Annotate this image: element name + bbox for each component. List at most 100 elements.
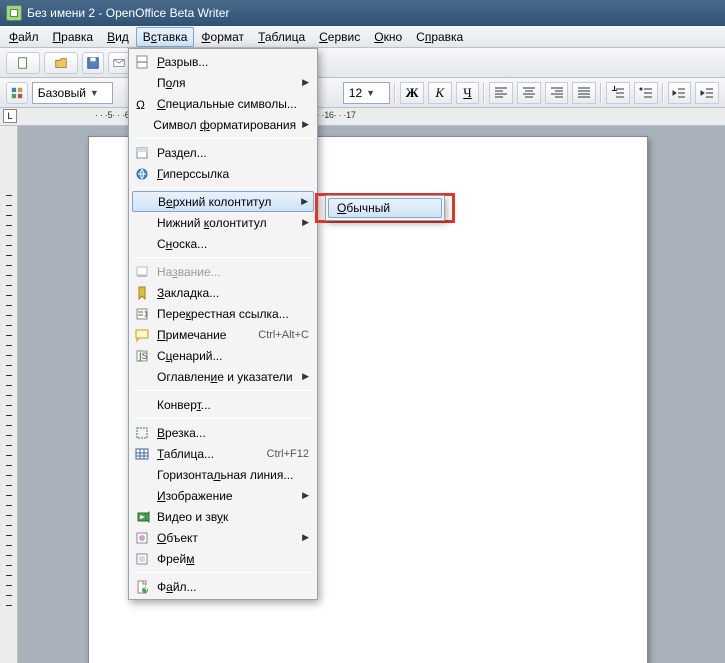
- menu-item-label: Оглавление и указатели: [157, 370, 296, 384]
- list-bullet-button[interactable]: [634, 82, 658, 104]
- menu-файл[interactable]: Файл: [2, 27, 46, 47]
- menu-item-label: Закладка...: [157, 286, 309, 300]
- menu-item[interactable]: Верхний колонтитул▶: [132, 191, 314, 212]
- menu-справка[interactable]: Справка: [409, 27, 470, 47]
- menu-item-label: Гиперссылка: [157, 167, 309, 181]
- hyperlink-icon: [133, 166, 151, 182]
- menu-item-label: Конверт...: [157, 398, 309, 412]
- menu-separator: [133, 390, 313, 391]
- menu-item[interactable]: Символ форматирования▶: [131, 114, 315, 135]
- underline-button[interactable]: Ч: [456, 82, 480, 104]
- menu-item-label: Врезка...: [157, 426, 309, 440]
- menu-item[interactable]: ПримечаниеCtrl+Alt+C: [131, 324, 315, 345]
- submenu-arrow-icon: ▶: [301, 196, 308, 207]
- window-title: Без имени 2 - OpenOffice Beta Writer: [27, 6, 229, 20]
- comment-icon: [133, 327, 151, 343]
- font-size-combo[interactable]: 12 ▼: [343, 82, 390, 104]
- menu-формат[interactable]: Формат: [194, 27, 251, 47]
- menu-item[interactable]: Поля ▶: [131, 72, 315, 93]
- blank-icon: [133, 215, 151, 231]
- menu-item-label: Примечание: [157, 328, 252, 342]
- separator: [600, 83, 602, 103]
- menu-item-label: Фрейм: [157, 552, 309, 566]
- new-button[interactable]: [6, 52, 40, 74]
- blank-icon: [133, 369, 151, 385]
- menu-item[interactable]: Таблица...Ctrl+F12: [131, 443, 315, 464]
- open-button[interactable]: [44, 52, 78, 74]
- menu-item[interactable]: Разрыв...: [131, 51, 315, 72]
- menu-item[interactable]: Горизонтальная линия...: [131, 464, 315, 485]
- tab-stop-marker[interactable]: L: [3, 109, 17, 123]
- menu-сервис[interactable]: Сервис: [312, 27, 367, 47]
- menu-separator: [133, 257, 313, 258]
- menu-item[interactable]: Объект▶: [131, 527, 315, 548]
- menu-item-label: Сноска...: [157, 237, 309, 251]
- menu-item[interactable]: Гиперссылка: [131, 163, 315, 184]
- menu-item[interactable]: Перекрестная ссылка...: [131, 303, 315, 324]
- submenu-item-default[interactable]: Обычный: [328, 198, 442, 218]
- menu-item[interactable]: Врезка...: [131, 422, 315, 443]
- break-icon: [133, 54, 151, 70]
- bold-button[interactable]: Ж: [400, 82, 424, 104]
- vertical-ruler[interactable]: [0, 126, 18, 663]
- styles-button[interactable]: [6, 82, 28, 104]
- increase-indent-button[interactable]: [695, 82, 719, 104]
- menu-окно[interactable]: Окно: [367, 27, 409, 47]
- menu-item[interactable]: Раздел...: [131, 142, 315, 163]
- menu-item[interactable]: Сноска...: [131, 233, 315, 254]
- menu-item-label: Объект: [157, 531, 296, 545]
- blank-icon: [133, 397, 151, 413]
- italic-button[interactable]: К: [428, 82, 452, 104]
- menu-item[interactable]: Видео и звук: [131, 506, 315, 527]
- script-icon: js: [133, 348, 151, 364]
- menu-таблица[interactable]: Таблица: [251, 27, 312, 47]
- font-size-value: 12: [349, 86, 362, 100]
- iframe-icon: [133, 551, 151, 567]
- menu-правка[interactable]: Правка: [46, 27, 101, 47]
- section-icon: [133, 145, 151, 161]
- menu-item-label: Перекрестная ссылка...: [157, 307, 309, 321]
- menu-вид[interactable]: Вид: [100, 27, 136, 47]
- menu-item[interactable]: ΩСпециальные символы...: [131, 93, 315, 114]
- align-center-button[interactable]: [517, 82, 541, 104]
- caption-icon: [133, 264, 151, 280]
- menu-item-label: Разрыв...: [157, 55, 309, 69]
- align-right-button[interactable]: [545, 82, 569, 104]
- file-icon: +: [133, 579, 151, 595]
- menu-item-label: Видео и звук: [157, 510, 309, 524]
- menu-item[interactable]: +Файл...: [131, 576, 315, 597]
- paragraph-style-combo[interactable]: Базовый ▼: [32, 82, 113, 104]
- menu-item[interactable]: js Сценарий...: [131, 345, 315, 366]
- menu-item[interactable]: Конверт...: [131, 394, 315, 415]
- menu-item-label: Специальные символы...: [157, 97, 309, 111]
- menu-item-label: Название...: [157, 265, 309, 279]
- blank-icon: [134, 194, 152, 210]
- menu-item[interactable]: Оглавление и указатели ▶: [131, 366, 315, 387]
- save-button[interactable]: [82, 52, 104, 74]
- table-icon: [133, 446, 151, 462]
- menu-item-label: Поля: [157, 76, 296, 90]
- menu-item-label: Сценарий...: [157, 349, 309, 363]
- menu-item[interactable]: Закладка...: [131, 282, 315, 303]
- align-justify-button[interactable]: [572, 82, 596, 104]
- svg-text:+: +: [143, 581, 150, 595]
- menu-item[interactable]: Нижний колонтитул▶: [131, 212, 315, 233]
- menu-вставка[interactable]: Вставка: [136, 27, 195, 47]
- submenu-arrow-icon: ▶: [302, 77, 309, 88]
- blank-icon: [133, 488, 151, 504]
- decrease-indent-button[interactable]: [668, 82, 692, 104]
- menu-item[interactable]: Фрейм: [131, 548, 315, 569]
- submenu-label: Обычный: [337, 201, 390, 215]
- menu-separator: [133, 418, 313, 419]
- format-toolbar: Базовый ▼ 12 ▼ Ж К Ч 1: [0, 78, 725, 108]
- email-button[interactable]: [108, 52, 130, 74]
- menu-item[interactable]: Изображение▶: [131, 485, 315, 506]
- align-left-button[interactable]: [489, 82, 513, 104]
- menu-item-label: Изображение: [157, 489, 296, 503]
- paragraph-style-value: Базовый: [38, 86, 86, 100]
- horizontal-ruler[interactable]: L · · ·5· · ·6· · ·7· · ·8· · ·9· · ·10·…: [0, 108, 725, 126]
- list-numbered-button[interactable]: 1: [606, 82, 630, 104]
- blank-icon: [133, 117, 147, 133]
- separator: [662, 83, 664, 103]
- submenu-arrow-icon: ▶: [302, 371, 309, 382]
